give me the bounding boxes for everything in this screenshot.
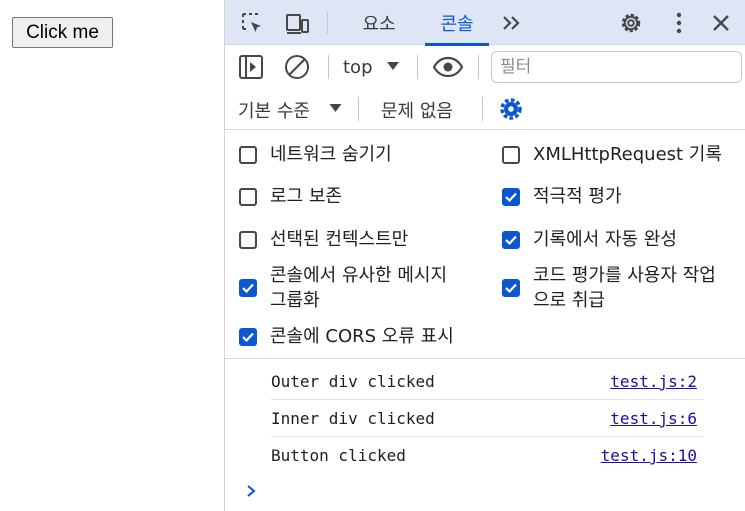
device-toolbar-icon[interactable] [284,9,312,37]
kebab-menu-icon[interactable] [665,9,693,37]
checkbox[interactable] [239,230,257,249]
message-source-link[interactable]: test.js:10 [601,446,697,465]
tab-elements[interactable]: 요소 [349,0,409,45]
inspect-icon[interactable] [238,9,266,37]
console-message: Button clicked test.js:10 [271,437,703,474]
prompt-chevron-icon[interactable] [241,480,261,502]
checkbox[interactable] [239,187,257,206]
option-label: 콘솔에서 유사한 메시지 그룹화 [270,265,448,311]
settings-gear-icon[interactable] [617,9,645,37]
option-label: 선택된 컨텍스트만 [270,229,409,250]
check-icon [242,332,254,342]
check-icon [242,283,254,293]
log-level-selector[interactable]: 기본 수준 [238,97,310,123]
checkbox[interactable] [502,279,520,297]
check-icon [505,235,517,245]
message-text: Inner div clicked [271,409,435,428]
option-label: XMLHttpRequest 기록 [533,144,722,165]
more-tabs-icon[interactable] [497,9,525,37]
devtools-panel: 요소 콘솔 top 필터 기본 수준 문제 없음 네트워크 숨기기 로그 보존 … [224,0,745,511]
check-icon [505,283,517,293]
dropdown-arrow-icon[interactable] [385,59,401,73]
checkbox[interactable] [502,230,520,249]
click-me-button[interactable]: Click me [12,17,113,48]
tab-console[interactable]: 콘솔 [425,0,489,46]
web-page: Click me [0,0,224,511]
context-selector[interactable]: top [343,57,373,78]
option-show-cors-errors[interactable]: 콘솔에 CORS 오류 표시 [239,324,454,349]
message-text: Button clicked [271,446,406,465]
console-toolbar-row-2: 기본 수준 문제 없음 [225,88,745,130]
log-level-label: 기본 수준 [238,101,310,122]
message-source-link[interactable]: test.js:2 [610,372,697,391]
toolbar-divider-4 [358,97,359,121]
checkbox[interactable] [239,279,257,297]
option-label: 네트워크 숨기기 [270,144,392,165]
option-autocomplete-history[interactable]: 기록에서 자동 완성 [502,227,677,252]
check-icon [505,192,517,202]
checkbox[interactable] [239,327,257,346]
console-settings-gear-icon[interactable] [497,96,525,122]
option-label: 기록에서 자동 완성 [533,229,677,250]
checkbox[interactable] [239,145,257,164]
clear-console-icon[interactable] [283,54,311,80]
toolbar-divider [328,55,329,79]
option-label: 로그 보존 [270,186,342,207]
option-log-xhr[interactable]: XMLHttpRequest 기록 [502,142,722,167]
option-preserve-log[interactable]: 로그 보존 [239,184,342,209]
option-label: 적극적 평가 [533,186,622,207]
devtools-tabbar: 요소 콘솔 [225,0,745,46]
option-eager-evaluation[interactable]: 적극적 평가 [502,184,622,209]
message-source-link[interactable]: test.js:6 [610,409,697,428]
filter-input[interactable] [491,51,742,83]
console-messages: Outer div clicked test.js:2 Inner div cl… [225,360,745,511]
issues-counter[interactable]: 문제 없음 [381,97,453,123]
toolbar-divider-3 [478,55,479,79]
toolbar-divider-5 [482,97,483,121]
tabbar-divider [327,12,328,34]
eye-icon[interactable] [431,55,465,79]
checkbox[interactable] [502,187,520,206]
sidebar-toggle-icon[interactable] [237,54,265,80]
console-message: Inner div clicked test.js:6 [271,400,703,437]
console-message: Outer div clicked test.js:2 [271,363,703,400]
console-settings-pane: 네트워크 숨기기 로그 보존 선택된 컨텍스트만 콘솔에서 유사한 메시지 그룹… [225,131,745,359]
option-selected-context-only[interactable]: 선택된 컨텍스트만 [239,227,408,252]
checkbox[interactable] [502,145,520,164]
option-treat-eval-as-user-action[interactable]: 코드 평가를 사용자 작업으로 취급 [502,263,722,313]
context-label: top [343,57,373,78]
option-label: 코드 평가를 사용자 작업으로 취급 [533,265,716,311]
message-text: Outer div clicked [271,372,435,391]
toolbar-divider-2 [417,55,418,79]
option-hide-network[interactable]: 네트워크 숨기기 [239,142,392,167]
level-dropdown-arrow-icon[interactable] [328,101,342,115]
close-icon[interactable] [707,9,735,37]
option-group-similar[interactable]: 콘솔에서 유사한 메시지 그룹화 [239,263,459,313]
option-label: 콘솔에 CORS 오류 표시 [270,326,454,347]
